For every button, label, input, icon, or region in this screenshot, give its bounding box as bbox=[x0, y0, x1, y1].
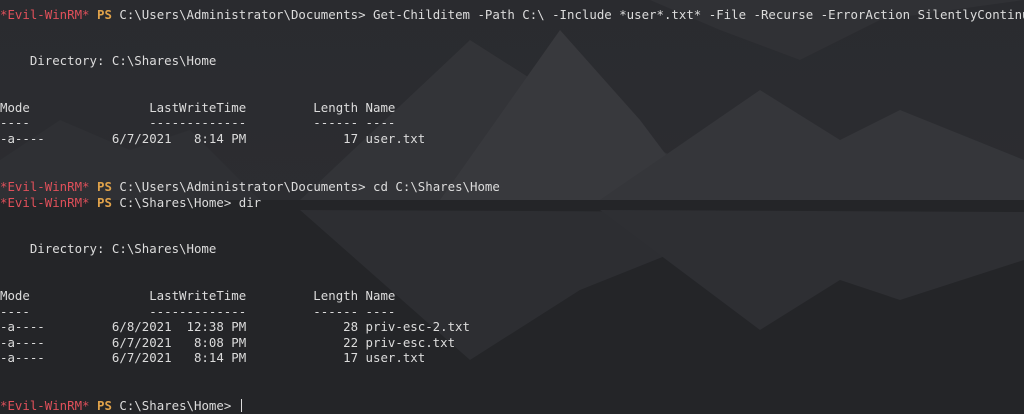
table-row: -a---- 6/8/2021 12:38 PM 28 priv-esc-2.t… bbox=[0, 319, 470, 334]
command-text: cd C:\Shares\Home bbox=[365, 179, 500, 194]
prompt-tag: *Evil-WinRM* bbox=[0, 195, 90, 210]
prompt-tag: *Evil-WinRM* bbox=[0, 398, 90, 413]
terminal-output: *Evil-WinRM* PS C:\Users\Administrator\D… bbox=[0, 0, 1024, 414]
prompt-tag: *Evil-WinRM* bbox=[0, 179, 90, 194]
command-text: dir bbox=[231, 195, 262, 210]
prompt-path: C:\Users\Administrator\Documents> bbox=[119, 179, 366, 194]
ps-label: PS bbox=[97, 7, 112, 22]
directory-label: Directory: C:\Shares\Home bbox=[0, 241, 217, 256]
table-separator: ---- ------------- ------ ---- bbox=[0, 304, 396, 319]
table-row: -a---- 6/7/2021 8:14 PM 17 user.txt bbox=[0, 350, 426, 365]
directory-label: Directory: C:\Shares\Home bbox=[0, 53, 217, 68]
table-row: -a---- 6/7/2021 8:08 PM 22 priv-esc.txt bbox=[0, 335, 456, 350]
command-text: Get-Childitem -Path C:\ -Include *user*.… bbox=[365, 7, 1024, 22]
table-row: -a---- 6/7/2021 8:14 PM 17 user.txt bbox=[0, 131, 426, 146]
table-header: Mode LastWriteTime Length Name bbox=[0, 100, 396, 115]
ps-label: PS bbox=[97, 398, 112, 413]
table-separator: ---- ------------- ------ ---- bbox=[0, 115, 396, 130]
command-line: *Evil-WinRM* PS C:\Users\Administrator\D… bbox=[0, 7, 1024, 22]
ps-label: PS bbox=[97, 179, 112, 194]
table-header: Mode LastWriteTime Length Name bbox=[0, 288, 396, 303]
prompt-path: C:\Users\Administrator\Documents> bbox=[119, 7, 366, 22]
prompt-tag: *Evil-WinRM* bbox=[0, 7, 90, 22]
command-input[interactable] bbox=[231, 398, 238, 413]
text-cursor bbox=[240, 399, 242, 412]
command-line: *Evil-WinRM* PS C:\Users\Administrator\D… bbox=[0, 179, 500, 194]
command-line: *Evil-WinRM* PS C:\Shares\Home> dir bbox=[0, 195, 261, 210]
ps-label: PS bbox=[97, 195, 112, 210]
prompt-path: C:\Shares\Home> bbox=[119, 398, 232, 413]
active-prompt-line[interactable]: *Evil-WinRM* PS C:\Shares\Home> bbox=[0, 398, 242, 413]
prompt-path: C:\Shares\Home> bbox=[119, 195, 232, 210]
